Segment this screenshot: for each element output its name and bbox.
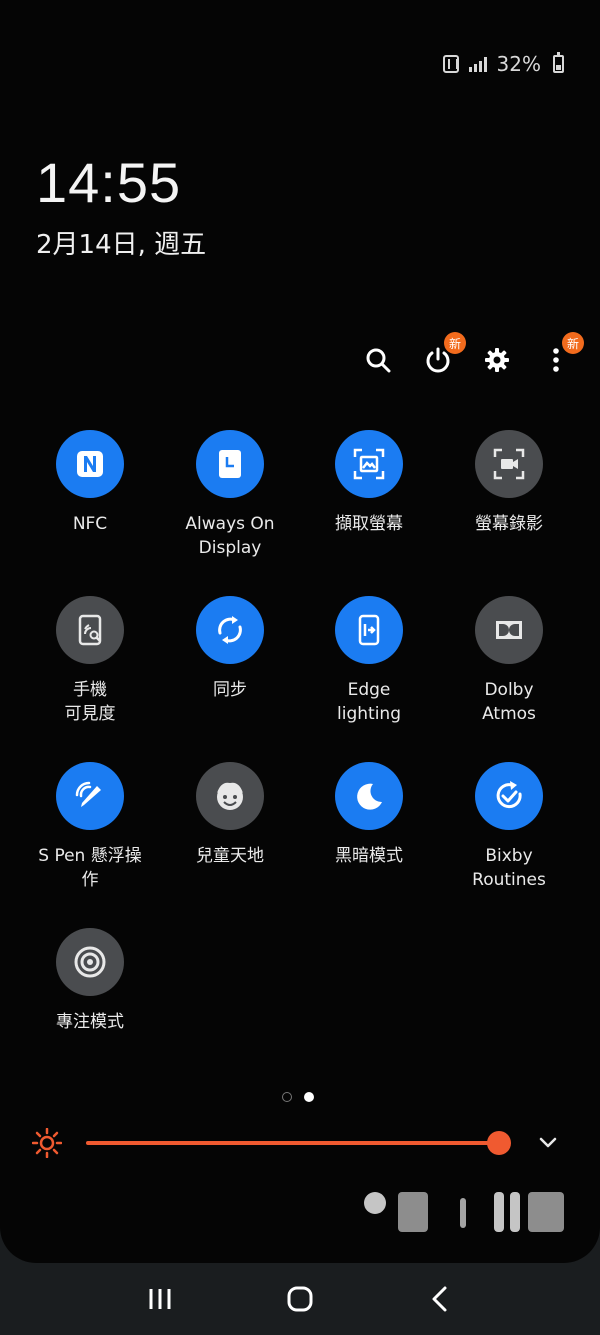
tile-label: 兒童天地 bbox=[196, 846, 264, 866]
tile-kids-toggle[interactable] bbox=[196, 762, 264, 830]
nfc-icon bbox=[77, 451, 103, 477]
tile-label: Dolby Atmos bbox=[482, 680, 536, 724]
navigation-bar bbox=[0, 1263, 600, 1335]
tile-focus-mode[interactable]: 專注模式 bbox=[20, 928, 160, 1034]
battery-icon bbox=[553, 52, 564, 73]
tile-sync-toggle[interactable] bbox=[196, 596, 264, 664]
tile-s-pen-toggle[interactable] bbox=[56, 762, 124, 830]
tile-bixby-toggle[interactable] bbox=[475, 762, 543, 830]
bixby-routines-icon bbox=[496, 781, 522, 809]
page-indicator bbox=[282, 1092, 314, 1102]
tile-label: 擷取螢幕 bbox=[335, 514, 403, 534]
battery-percent: 32% bbox=[496, 52, 541, 76]
tile-phone-visibility-toggle[interactable] bbox=[56, 596, 124, 664]
recents-icon bbox=[149, 1289, 171, 1309]
new-badge: 新 bbox=[444, 332, 466, 354]
tile-sync[interactable]: 同步 bbox=[160, 596, 300, 702]
chevron-down-icon[interactable] bbox=[536, 1130, 560, 1154]
moon-icon bbox=[357, 783, 382, 810]
more-options-button[interactable]: 新 bbox=[534, 332, 584, 382]
tile-label: NFC bbox=[72, 514, 108, 534]
tile-screen-record[interactable]: 螢幕錄影 bbox=[439, 430, 579, 536]
tile-s-pen[interactable]: S Pen 懸浮操 作 bbox=[20, 762, 160, 892]
home-button[interactable] bbox=[270, 1274, 330, 1324]
page-dot-active[interactable] bbox=[304, 1092, 314, 1102]
tile-screenshot-toggle[interactable] bbox=[335, 430, 403, 498]
status-bar: 32% bbox=[442, 52, 564, 76]
tile-label: Always On Display bbox=[185, 514, 275, 558]
gear-icon bbox=[485, 348, 509, 372]
tile-bixby-routines[interactable]: Bixby Routines bbox=[439, 762, 579, 892]
sync-icon bbox=[218, 616, 242, 644]
tile-always-on-display[interactable]: Always On Display bbox=[160, 430, 300, 560]
tile-dolby-toggle[interactable] bbox=[475, 596, 543, 664]
tile-label: 同步 bbox=[213, 680, 247, 700]
search-icon bbox=[366, 348, 391, 373]
quick-panel: 32% 14:55 2月14日, 週五 新 新 NFC Always On Di… bbox=[0, 0, 600, 1263]
back-button[interactable] bbox=[410, 1274, 470, 1324]
media-output-blurred bbox=[360, 1190, 570, 1236]
search-button[interactable] bbox=[356, 338, 400, 382]
tile-dark-mode-toggle[interactable] bbox=[335, 762, 403, 830]
tile-aod-toggle[interactable] bbox=[196, 430, 264, 498]
tile-edge-lighting[interactable]: Edge lighting bbox=[299, 596, 439, 726]
tile-dolby-atmos[interactable]: Dolby Atmos bbox=[439, 596, 579, 726]
brightness-slider[interactable] bbox=[0, 1120, 600, 1166]
tile-screen-record-toggle[interactable] bbox=[475, 430, 543, 498]
clock-date[interactable]: 2月14日, 週五 bbox=[36, 224, 206, 261]
brightness-thumb[interactable] bbox=[487, 1131, 511, 1155]
s-pen-icon bbox=[75, 781, 101, 807]
tile-nfc[interactable]: NFC bbox=[20, 430, 160, 536]
signal-icon bbox=[468, 56, 487, 72]
tile-label: S Pen 懸浮操 作 bbox=[38, 846, 142, 890]
sun-icon bbox=[32, 1128, 62, 1158]
edge-lighting-icon bbox=[358, 614, 380, 646]
brightness-track[interactable] bbox=[86, 1141, 500, 1145]
screen-record-icon bbox=[493, 448, 525, 480]
tile-label: 螢幕錄影 bbox=[475, 514, 543, 534]
page-dot[interactable] bbox=[282, 1092, 292, 1102]
home-icon bbox=[287, 1286, 313, 1312]
panel-actions: 新 新 bbox=[0, 332, 600, 384]
tile-edge-lighting-toggle[interactable] bbox=[335, 596, 403, 664]
tile-label: 黑暗模式 bbox=[335, 846, 403, 866]
tile-nfc-toggle[interactable] bbox=[56, 430, 124, 498]
settings-button[interactable] bbox=[475, 338, 519, 382]
clock-time[interactable]: 14:55 bbox=[36, 150, 181, 215]
tile-dark-mode[interactable]: 黑暗模式 bbox=[299, 762, 439, 868]
screenshot-icon bbox=[353, 448, 385, 480]
always-on-display-icon bbox=[219, 450, 241, 478]
tile-label: 專注模式 bbox=[56, 1012, 124, 1032]
phone-visibility-icon bbox=[78, 614, 102, 646]
recents-button[interactable] bbox=[130, 1274, 190, 1324]
tile-label: 手機 可見度 bbox=[64, 680, 116, 724]
nfc-status-icon bbox=[442, 55, 459, 73]
tile-label: Bixby Routines bbox=[472, 846, 546, 890]
tile-screenshot[interactable]: 擷取螢幕 bbox=[299, 430, 439, 536]
tile-kids[interactable]: 兒童天地 bbox=[160, 762, 300, 868]
kids-icon bbox=[217, 782, 243, 810]
tile-focus-mode-toggle[interactable] bbox=[56, 928, 124, 996]
focus-mode-icon bbox=[74, 946, 106, 978]
back-icon bbox=[432, 1286, 447, 1312]
tile-phone-visibility[interactable]: 手機 可見度 bbox=[20, 596, 160, 726]
power-button[interactable]: 新 bbox=[416, 332, 466, 382]
dolby-icon bbox=[496, 621, 522, 639]
tile-label: Edge lighting bbox=[337, 680, 401, 724]
new-badge: 新 bbox=[562, 332, 584, 354]
